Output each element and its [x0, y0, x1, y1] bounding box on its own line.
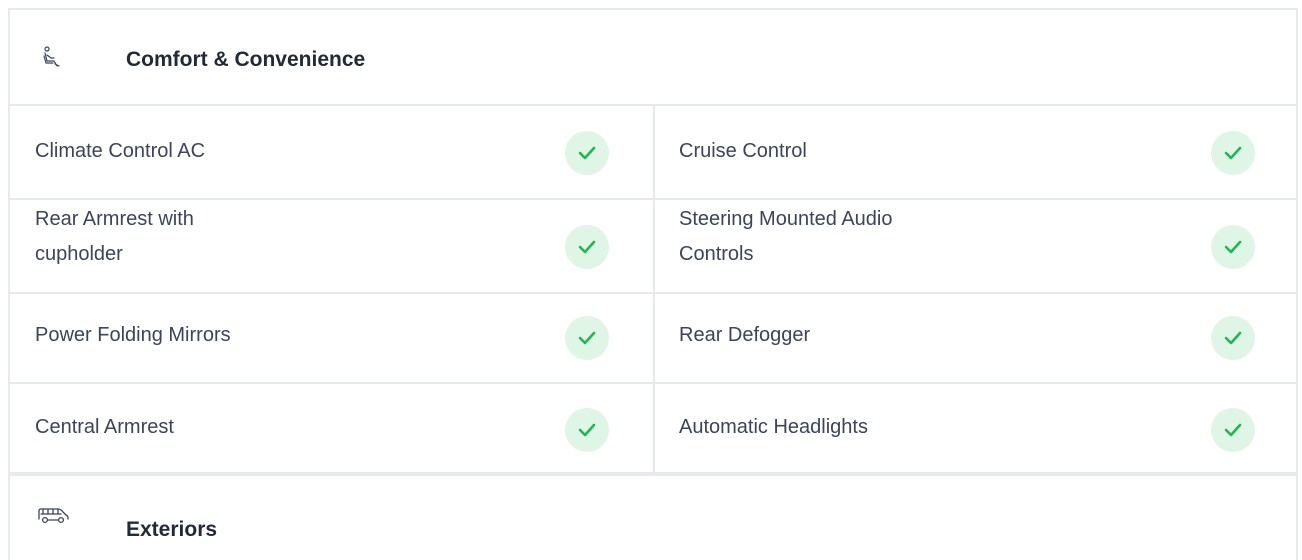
car-icon — [38, 504, 69, 526]
feature-cell: Central Armrest — [10, 384, 653, 472]
section-header-comfort[interactable]: Comfort & Convenience — [10, 10, 1296, 106]
feature-cell: Rear Armrest with cupholder — [10, 200, 653, 292]
section-title: Comfort & Convenience — [126, 48, 366, 71]
features-grid: Climate Control AC Cruise Control Rear A… — [10, 106, 1296, 476]
section-title: Exteriors — [126, 518, 218, 541]
feature-label: Automatic Headlights — [679, 416, 868, 438]
feature-cell: Cruise Control — [655, 106, 1296, 198]
check-icon — [1211, 408, 1255, 452]
feature-label: Climate Control AC — [35, 140, 206, 162]
feature-row: Power Folding Mirrors Rear Defogger — [10, 294, 1296, 384]
feature-label: Steering Mounted Audio Controls — [679, 208, 893, 265]
feature-cell: Power Folding Mirrors — [10, 294, 653, 382]
check-icon — [1211, 316, 1255, 360]
check-icon — [565, 131, 609, 175]
feature-label: Cruise Control — [679, 140, 807, 162]
check-icon — [1211, 225, 1255, 269]
feature-cell: Steering Mounted Audio Controls — [655, 200, 1296, 292]
feature-cell: Climate Control AC — [10, 106, 653, 198]
check-icon — [565, 408, 609, 452]
feature-label: Rear Armrest with cupholder — [35, 208, 194, 265]
features-panel: Comfort & Convenience Climate Control AC… — [8, 8, 1298, 560]
feature-label: Rear Defogger — [679, 324, 811, 346]
check-icon — [1211, 131, 1255, 175]
check-icon — [565, 225, 609, 269]
feature-label: Central Armrest — [35, 416, 174, 438]
check-icon — [565, 316, 609, 360]
feature-cell: Rear Defogger — [655, 294, 1296, 382]
feature-label: Power Folding Mirrors — [35, 324, 231, 346]
seat-icon — [40, 46, 66, 68]
feature-row: Rear Armrest with cupholder Steering Mou… — [10, 200, 1296, 294]
section-header-exteriors[interactable]: Exteriors — [10, 476, 1296, 560]
feature-row: Climate Control AC Cruise Control — [10, 106, 1296, 200]
feature-cell: Automatic Headlights — [655, 384, 1296, 472]
feature-row: Central Armrest Automatic Headlights — [10, 384, 1296, 472]
